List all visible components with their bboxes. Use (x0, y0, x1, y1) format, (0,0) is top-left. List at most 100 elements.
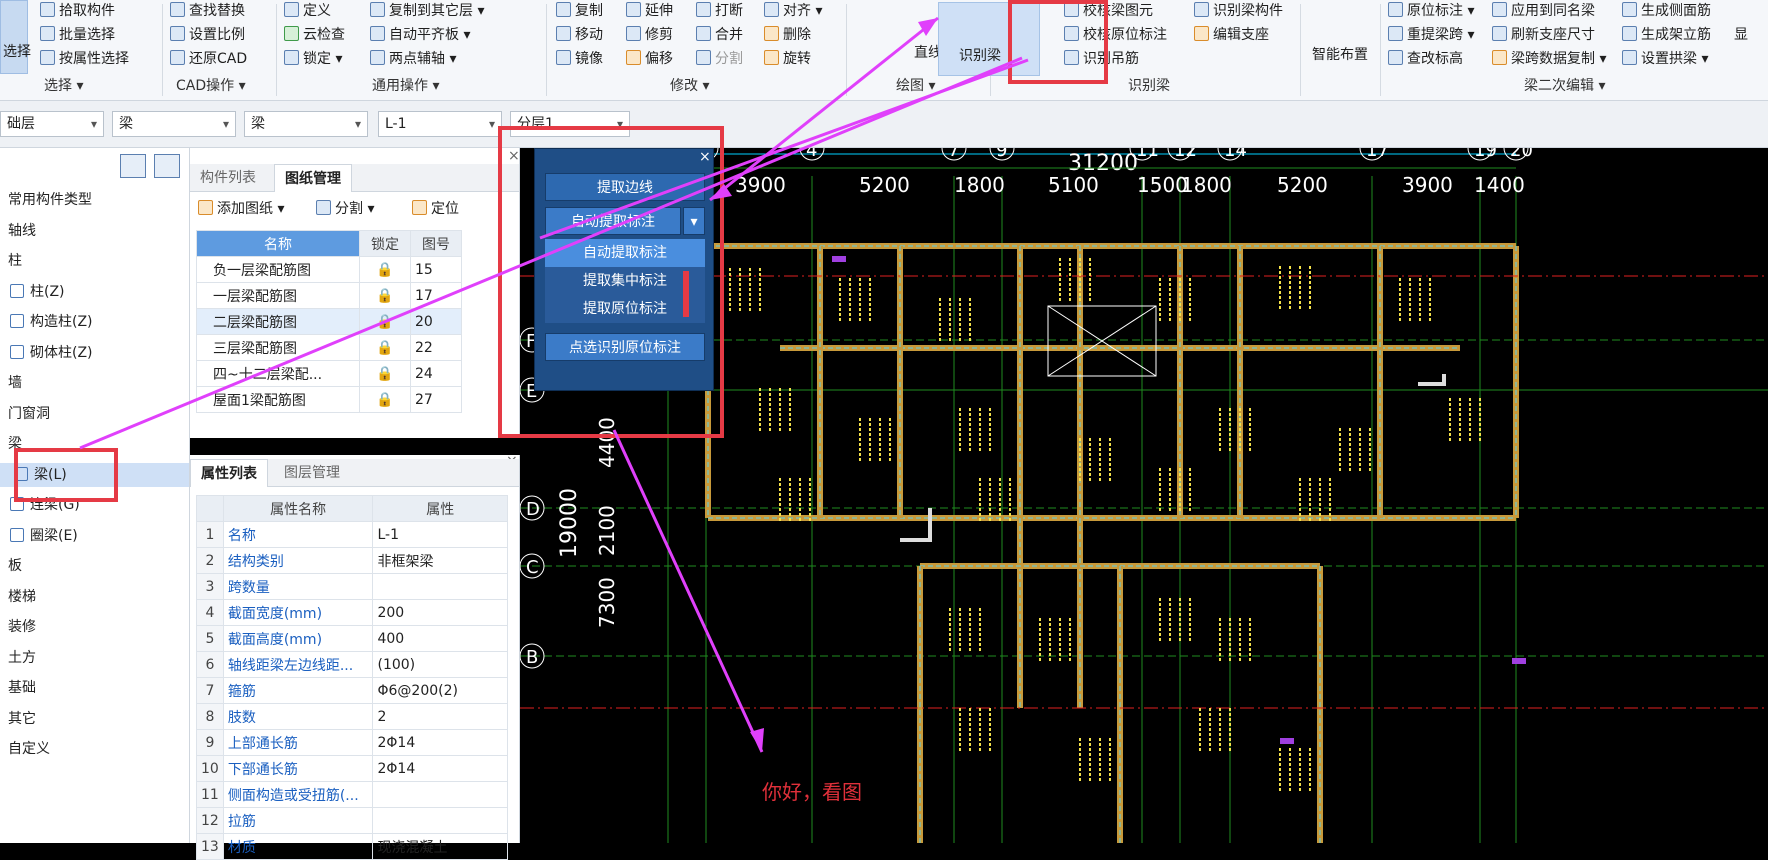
attr-value[interactable]: 200 (372, 599, 508, 626)
merge-button[interactable]: 合并 (696, 24, 743, 46)
tree-item[interactable]: 柱(Z) (10, 280, 65, 304)
lock-icon[interactable]: 🔒 (359, 360, 412, 387)
table-row[interactable]: 12 拉筋 (196, 807, 508, 834)
copy-to-floor-button[interactable]: 复制到其它层 ▾ (370, 0, 484, 22)
tree-item[interactable]: 砌体柱(Z) (10, 341, 93, 365)
tree-item[interactable]: 基础 (8, 676, 36, 700)
select-button[interactable]: 选择 (0, 0, 31, 74)
locate-button[interactable]: 定位 (412, 198, 459, 220)
copy-button[interactable]: 复制 (556, 0, 603, 22)
smart-layout-button[interactable]: 智能布置 (1312, 44, 1368, 66)
draw-group-label[interactable]: 绘图 ▾ (896, 76, 935, 96)
tree-item[interactable]: 门窗洞 (8, 402, 50, 426)
table-row[interactable]: 屋面1梁配筋图 🔒 27 (195, 386, 462, 413)
tree-item[interactable]: 构造柱(Z) (10, 310, 93, 334)
tree-item[interactable]: 自定义 (8, 737, 50, 761)
table-row[interactable]: 10 下部通长筋 2Φ14 (196, 755, 508, 782)
tab-drawings[interactable]: 图纸管理 (274, 164, 352, 192)
tree-item[interactable]: 常用构件类型 (8, 188, 92, 212)
table-row[interactable]: 4 截面宽度(mm) 200 (196, 599, 508, 626)
define-button[interactable]: 定义 (284, 0, 331, 22)
tree-item[interactable]: 柱 (8, 249, 22, 273)
table-row[interactable]: 1 名称 L-1 (196, 521, 508, 548)
table-row[interactable]: 11 侧面构造或受扭筋(... (196, 781, 508, 808)
attr-value[interactable]: L-1 (372, 521, 508, 548)
attr-value[interactable]: (100) (372, 651, 508, 678)
table-row[interactable]: 四~十二层梁配... 🔒 24 (195, 360, 462, 387)
member-name-select[interactable]: L-1 (378, 111, 502, 137)
tree-item[interactable]: 墙 (8, 371, 22, 395)
tab-attributes[interactable]: 属性列表 (190, 459, 268, 487)
attr-value[interactable]: 2 (372, 703, 508, 730)
table-row[interactable]: 6 轴线距梁左边线距... (100) (196, 651, 508, 678)
gen-side-rebar-button[interactable]: 生成侧面筋 (1622, 0, 1711, 22)
table-row[interactable]: 负一层梁配筋图 🔒 15 (195, 256, 462, 283)
lock-icon[interactable]: 🔒 (359, 308, 412, 335)
attr-value[interactable] (372, 781, 508, 808)
trim-button[interactable]: 修剪 (626, 24, 673, 46)
floor-select[interactable]: 础层 (0, 111, 104, 137)
table-row[interactable]: 2 结构类别 非框架梁 (196, 547, 508, 574)
attr-value[interactable] (372, 807, 508, 834)
attr-value[interactable]: 现浇混凝土 (372, 833, 508, 860)
table-row[interactable]: 二层梁配筋图 🔒 20 (195, 308, 462, 335)
attr-value[interactable]: 2Φ14 (372, 755, 508, 782)
common-group-label[interactable]: 通用操作 ▾ (372, 76, 439, 96)
attr-value[interactable]: 非框架梁 (372, 547, 508, 574)
apply-same-beam-button[interactable]: 应用到同名梁 (1492, 0, 1595, 22)
display-button[interactable]: 显 (1734, 24, 1748, 46)
batch-select-button[interactable]: 批量选择 (40, 24, 115, 46)
tree-item[interactable]: 圈梁(E) (10, 524, 78, 548)
add-drawing-button[interactable]: 添加图纸 ▾ (198, 198, 284, 220)
table-row[interactable]: 9 上部通长筋 2Φ14 (196, 729, 508, 756)
list-view-icon[interactable] (120, 154, 146, 178)
tree-item[interactable]: 土方 (8, 646, 36, 670)
align-button[interactable]: 对齐 ▾ (764, 0, 822, 22)
col-lock[interactable]: 锁定 (359, 230, 412, 257)
table-row[interactable]: 5 截面高度(mm) 400 (196, 625, 508, 652)
span-copy-button[interactable]: 梁跨数据复制 ▾ (1492, 48, 1606, 70)
set-arch-beam-button[interactable]: 设置拱梁 ▾ (1622, 48, 1708, 70)
tree-item[interactable]: 楼梯 (8, 585, 36, 609)
lock-icon[interactable]: 🔒 (359, 256, 412, 283)
pick-member-button[interactable]: 拾取构件 (40, 0, 115, 22)
tab-members[interactable]: 构件列表 (190, 164, 266, 192)
table-row[interactable]: 7 箍筋 Φ6@200(2) (196, 677, 508, 704)
attr-value[interactable] (372, 573, 508, 600)
lock-button[interactable]: 锁定 ▾ (284, 48, 342, 70)
find-replace-button[interactable]: 查找替换 (170, 0, 245, 22)
table-row[interactable]: 13 材质 现浇混凝土 (196, 833, 508, 860)
type-select[interactable]: 梁 (112, 111, 236, 137)
two-point-axis-button[interactable]: 两点辅轴 ▾ (370, 48, 456, 70)
tree-item[interactable]: 其它 (8, 707, 36, 731)
set-scale-button[interactable]: 设置比例 (170, 24, 245, 46)
gen-stirrup-button[interactable]: 生成架立筋 (1622, 24, 1711, 46)
offset-button[interactable]: 偏移 (626, 48, 673, 70)
split-button[interactable]: 分割 (696, 48, 743, 70)
lock-icon[interactable]: 🔒 (359, 334, 412, 361)
select-by-attr-button[interactable]: 按属性选择 (40, 48, 129, 70)
rotate-button[interactable]: 旋转 (764, 48, 811, 70)
move-button[interactable]: 移动 (556, 24, 603, 46)
auto-flush-button[interactable]: 自动平齐板 ▾ (370, 24, 470, 46)
break-button[interactable]: 打断 (696, 0, 743, 22)
delete-button[interactable]: 删除 (764, 24, 811, 46)
refresh-support-button[interactable]: 刷新支座尺寸 (1492, 24, 1595, 46)
tree-item[interactable]: 板 (8, 554, 22, 578)
col-name[interactable]: 名称 (195, 230, 361, 257)
col-no[interactable]: 图号 (410, 230, 462, 257)
tab-layers[interactable]: 图层管理 (274, 459, 350, 487)
lock-icon[interactable]: 🔒 (359, 386, 412, 413)
select-group-label[interactable]: 选择 ▾ (44, 76, 83, 96)
check-elevation-button[interactable]: 查改标高 (1388, 48, 1463, 70)
in-situ-mark-button[interactable]: 原位标注 ▾ (1388, 0, 1474, 22)
reextract-span-button[interactable]: 重提梁跨 ▾ (1388, 24, 1474, 46)
mirror-button[interactable]: 镜像 (556, 48, 603, 70)
table-row[interactable]: 8 肢数 2 (196, 703, 508, 730)
restore-cad-button[interactable]: 还原CAD (170, 48, 247, 70)
cad-group-label[interactable]: CAD操作 ▾ (176, 76, 246, 96)
table-row[interactable]: 一层梁配筋图 🔒 17 (195, 282, 462, 309)
attr-value[interactable]: 400 (372, 625, 508, 652)
recognize-member-button[interactable]: 识别梁构件 (1194, 0, 1283, 22)
extend-button[interactable]: 延伸 (626, 0, 673, 22)
